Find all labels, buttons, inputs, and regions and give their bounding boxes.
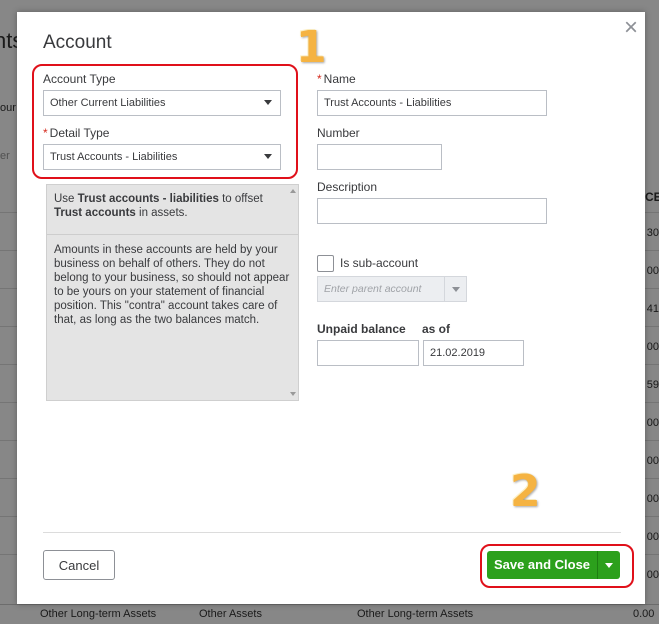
number-input[interactable] <box>317 144 442 170</box>
highlight-box-step1 <box>32 64 298 179</box>
footer-divider <box>43 532 621 533</box>
chevron-down-icon <box>444 277 466 301</box>
step-number-2: 2 <box>510 466 541 517</box>
unpaid-balance-label: Unpaid balance <box>317 322 406 336</box>
close-icon[interactable]: × <box>620 16 642 40</box>
unpaid-balance-input[interactable] <box>317 340 419 366</box>
step-number-1: 1 <box>296 22 327 73</box>
as-of-date-input[interactable]: 21.02.2019 <box>423 340 524 366</box>
description-intro: Use Trust accounts - liabilities to offs… <box>54 193 263 219</box>
sub-account-label: Is sub-account <box>340 256 419 270</box>
parent-account-select[interactable]: Enter parent account <box>317 276 467 302</box>
name-label: * Name <box>317 72 356 86</box>
description-input[interactable] <box>317 198 547 224</box>
name-input[interactable]: Trust Accounts - Liabilities <box>317 90 547 116</box>
detail-type-description: Use Trust accounts - liabilities to offs… <box>46 184 299 401</box>
parent-account-placeholder: Enter parent account <box>324 283 422 295</box>
scroll-up-icon[interactable] <box>290 189 296 193</box>
as-of-label: as of <box>422 322 451 336</box>
scroll-down-icon[interactable] <box>290 392 296 396</box>
description-label: Description <box>317 180 378 194</box>
highlight-box-step2 <box>480 544 634 588</box>
dialog-title: Account <box>43 32 112 53</box>
number-label: Number <box>317 126 360 140</box>
description-body: Amounts in these accounts are held by yo… <box>54 244 290 326</box>
sub-account-checkbox[interactable] <box>317 255 334 272</box>
cancel-button[interactable]: Cancel <box>43 550 115 580</box>
